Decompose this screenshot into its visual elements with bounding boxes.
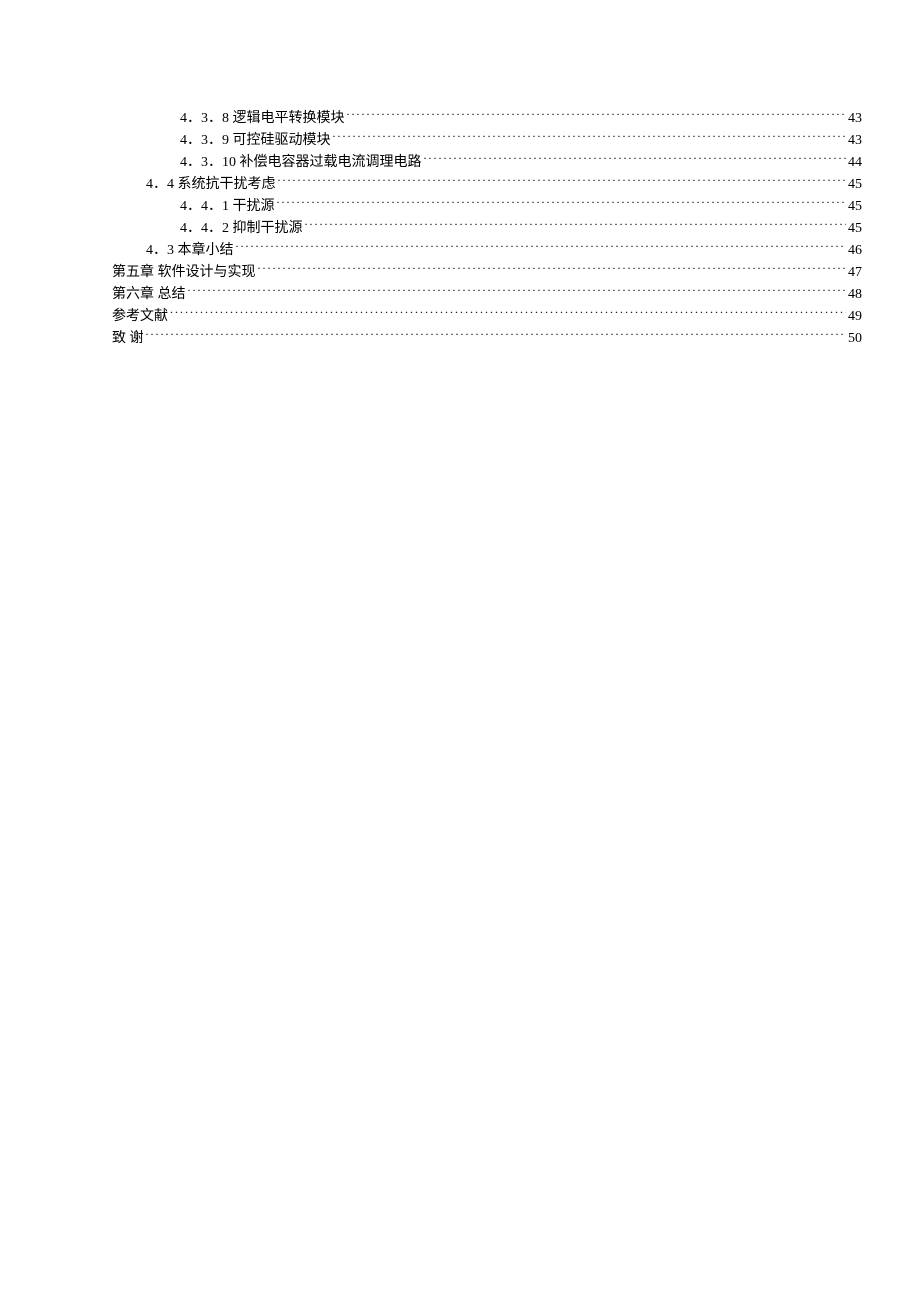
toc-entry: 第六章 总结 48	[112, 284, 862, 306]
toc-leader-dots	[278, 174, 847, 188]
toc-label: 第六章 总结	[112, 284, 186, 306]
toc-label: 4．3 本章小结	[146, 240, 234, 262]
toc-label: 参考文献	[112, 306, 168, 328]
toc-page-number: 43	[848, 108, 862, 130]
toc-label: 致 谢	[112, 328, 144, 350]
toc-label: 4．4 系统抗干扰考虑	[146, 174, 276, 196]
toc-leader-dots	[333, 130, 847, 144]
toc-page-number: 46	[848, 240, 862, 262]
toc-page-number: 45	[848, 196, 862, 218]
toc-label: 4．4．2 抑制干扰源	[180, 218, 303, 240]
toc-page-number: 43	[848, 130, 862, 152]
toc-entry: 参考文献 49	[112, 306, 862, 328]
toc-label: 4．4．1 干扰源	[180, 196, 275, 218]
table-of-contents: 4．3．8 逻辑电平转换模块 43 4．3．9 可控硅驱动模块 43 4．3．1…	[112, 108, 862, 350]
toc-leader-dots	[305, 218, 847, 232]
toc-page-number: 45	[848, 174, 862, 196]
toc-label: 第五章 软件设计与实现	[112, 262, 256, 284]
toc-entry: 第五章 软件设计与实现 47	[112, 262, 862, 284]
toc-page-number: 45	[848, 218, 862, 240]
toc-leader-dots	[188, 284, 847, 298]
toc-leader-dots	[236, 240, 847, 254]
toc-leader-dots	[146, 328, 847, 342]
toc-entry: 4．3．9 可控硅驱动模块 43	[112, 130, 862, 152]
toc-label: 4．3．10 补偿电容器过载电流调理电路	[180, 152, 422, 174]
toc-page-number: 50	[848, 328, 862, 350]
toc-leader-dots	[170, 306, 846, 320]
toc-entry: 4．3．10 补偿电容器过载电流调理电路 44	[112, 152, 862, 174]
toc-label: 4．3．8 逻辑电平转换模块	[180, 108, 345, 130]
toc-leader-dots	[347, 108, 847, 122]
toc-entry: 4．4．2 抑制干扰源 45	[112, 218, 862, 240]
toc-label: 4．3．9 可控硅驱动模块	[180, 130, 331, 152]
toc-entry: 4．3 本章小结 46	[112, 240, 862, 262]
toc-page-number: 44	[848, 152, 862, 174]
toc-page-number: 48	[848, 284, 862, 306]
toc-entry: 4．4 系统抗干扰考虑 45	[112, 174, 862, 196]
toc-page-number: 47	[848, 262, 862, 284]
toc-leader-dots	[258, 262, 847, 276]
toc-page-number: 49	[848, 306, 862, 328]
toc-entry: 4．4．1 干扰源 45	[112, 196, 862, 218]
toc-entry: 4．3．8 逻辑电平转换模块 43	[112, 108, 862, 130]
toc-leader-dots	[424, 152, 847, 166]
toc-leader-dots	[277, 196, 847, 210]
toc-entry: 致 谢 50	[112, 328, 862, 350]
